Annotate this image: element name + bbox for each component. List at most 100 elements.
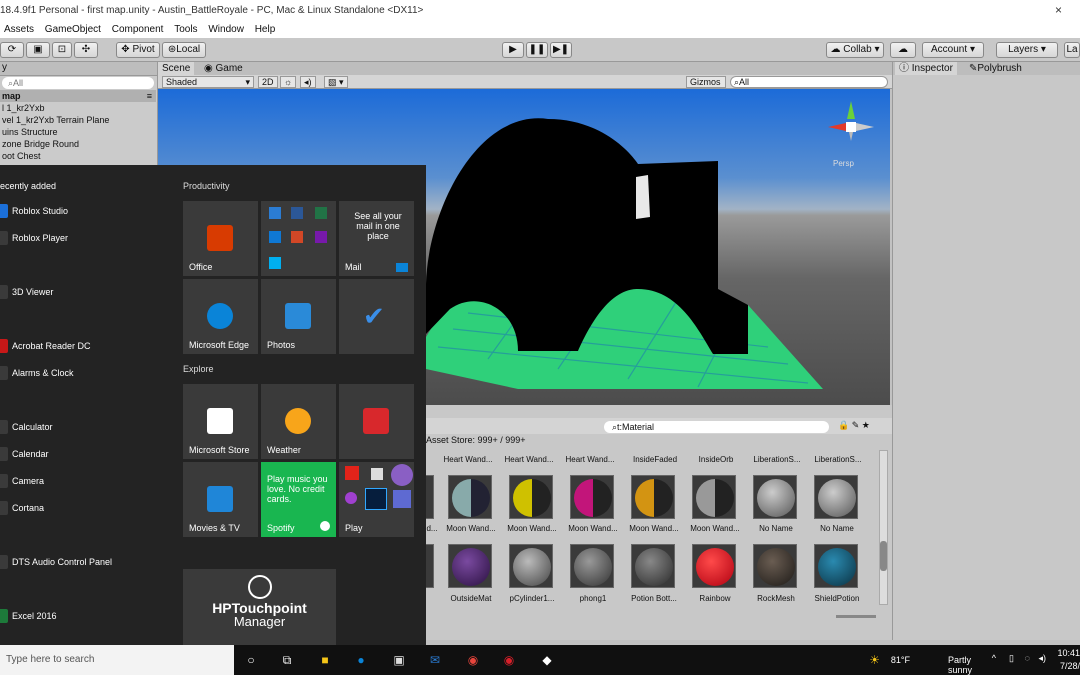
tile-weather[interactable]: Weather bbox=[261, 384, 336, 459]
material-label[interactable]: Rainbow bbox=[683, 594, 747, 603]
hierarchy-search-input[interactable]: ⌕All bbox=[2, 77, 154, 89]
material-label[interactable]: Moon Wand... bbox=[439, 524, 503, 533]
hierarchy-item[interactable]: l 1_kr2Yxb bbox=[0, 102, 45, 114]
tab-inspector[interactable]: ⓘ Inspector bbox=[895, 62, 957, 75]
gizmos-dropdown[interactable]: Gizmos ▾ bbox=[686, 76, 726, 98]
material-label[interactable]: Heart Wand... bbox=[497, 455, 561, 464]
tile-edge[interactable]: Microsoft Edge bbox=[183, 279, 258, 354]
temperature[interactable]: 81°F bbox=[891, 655, 910, 665]
material-thumb[interactable] bbox=[509, 544, 553, 588]
app-alarms-clock[interactable]: Alarms & Clock bbox=[0, 364, 176, 382]
taskbar-search-input[interactable]: Type here to search bbox=[0, 645, 234, 675]
tile-news[interactable] bbox=[339, 384, 414, 459]
material-thumb[interactable] bbox=[570, 475, 614, 519]
material-label[interactable]: ShieldPotion bbox=[805, 594, 869, 603]
material-label[interactable]: RockMesh bbox=[744, 594, 808, 603]
pause-button[interactable]: ❚❚ bbox=[526, 42, 548, 58]
material-label[interactable]: InsideOrb bbox=[684, 455, 748, 464]
app-excel-2016[interactable]: Excel 2016 bbox=[0, 607, 176, 625]
tab-scene[interactable]: Scene bbox=[158, 62, 195, 75]
material-label[interactable]: No Name bbox=[744, 524, 808, 533]
material-thumb[interactable] bbox=[814, 475, 858, 519]
2d-toggle[interactable]: 2D bbox=[258, 76, 278, 88]
app-dts-audio[interactable]: DTS Audio Control Panel bbox=[0, 553, 176, 571]
menu-tools[interactable]: Tools bbox=[170, 22, 201, 35]
tile-movies-tv[interactable]: Movies & TV bbox=[183, 462, 258, 537]
weather-status[interactable]: Partly sunny bbox=[948, 655, 972, 675]
tile-spotify[interactable]: Play music you love. No credit cards. Spo… bbox=[261, 462, 336, 537]
tile-photos[interactable]: Photos bbox=[261, 279, 336, 354]
transform-tool-button[interactable]: ✣ bbox=[74, 42, 98, 58]
material-label[interactable]: InsideFaded bbox=[623, 455, 687, 464]
material-label[interactable]: OutsideMat bbox=[439, 594, 503, 603]
battery-icon[interactable]: ▯ bbox=[1009, 653, 1014, 664]
material-thumb[interactable] bbox=[753, 475, 797, 519]
app-camera[interactable]: Camera bbox=[0, 472, 176, 490]
volume-icon[interactable]: ◂) bbox=[1038, 653, 1046, 664]
app-roblox-studio[interactable]: Roblox Studio bbox=[0, 202, 176, 220]
tile-office-apps[interactable] bbox=[261, 201, 336, 276]
step-button[interactable]: ▶❚ bbox=[550, 42, 572, 58]
menu-icon[interactable]: ≡ bbox=[147, 90, 152, 102]
audio-toggle[interactable]: ◂) bbox=[300, 76, 316, 88]
hierarchy-tab[interactable]: y bbox=[0, 62, 157, 76]
mail-button[interactable]: ✉ bbox=[424, 650, 446, 670]
material-thumb[interactable] bbox=[814, 544, 858, 588]
project-scrollbar[interactable] bbox=[879, 450, 888, 605]
material-thumb[interactable] bbox=[692, 544, 736, 588]
material-thumb[interactable] bbox=[753, 544, 797, 588]
chevron-up-icon[interactable]: ^ bbox=[992, 653, 996, 663]
menu-component[interactable]: Component bbox=[108, 22, 168, 35]
tile-mail[interactable]: See all your mail in one place Mail bbox=[339, 201, 414, 276]
material-label[interactable]: Moon Wand... bbox=[561, 524, 625, 533]
material-thumb[interactable] bbox=[509, 475, 553, 519]
shading-dropdown[interactable]: Shaded ▾ bbox=[162, 76, 254, 88]
scale-tool-button[interactable]: ▣ bbox=[26, 42, 50, 58]
app-3d-viewer[interactable]: 3D Viewer bbox=[0, 283, 176, 301]
browser-button[interactable]: ◉ bbox=[498, 650, 520, 670]
tile-play[interactable]: Play bbox=[339, 462, 414, 537]
material-label[interactable]: Moon Wand... bbox=[622, 524, 686, 533]
persp-label[interactable]: Persp bbox=[833, 159, 854, 168]
hierarchy-item[interactable]: oot Chest bbox=[0, 150, 41, 162]
lighting-toggle[interactable]: ☼ bbox=[280, 76, 297, 88]
file-explorer-button[interactable]: ■ bbox=[314, 650, 336, 670]
material-label[interactable]: Heart Wand... bbox=[558, 455, 622, 464]
tile-todo[interactable]: ✔ bbox=[339, 279, 414, 354]
tab-polybrush[interactable]: ✎Polybrush bbox=[965, 62, 1026, 75]
material-thumb[interactable] bbox=[448, 544, 492, 588]
material-thumb[interactable] bbox=[631, 544, 675, 588]
material-label[interactable]: Heart Wand... bbox=[436, 455, 500, 464]
edge-button[interactable]: ● bbox=[350, 650, 372, 670]
task-view-button[interactable]: ⧉ bbox=[276, 650, 298, 670]
tab-game[interactable]: ◉ Game bbox=[200, 62, 247, 75]
local-toggle[interactable]: ⊛Local bbox=[162, 42, 206, 58]
project-filter-icons[interactable]: 🔒 ✎ ★ bbox=[838, 420, 870, 431]
rect-tool-button[interactable]: ⊡ bbox=[52, 42, 72, 58]
hierarchy-item[interactable]: zone Bridge Round bbox=[0, 138, 79, 150]
clock-time[interactable]: 10:41 bbox=[1057, 648, 1080, 658]
app-roblox-player[interactable]: Roblox Player bbox=[0, 229, 176, 247]
material-thumb[interactable] bbox=[448, 475, 492, 519]
cloud-button[interactable]: ☁ bbox=[890, 42, 916, 58]
account-dropdown[interactable]: Account ▾ bbox=[922, 42, 984, 58]
hierarchy-item[interactable]: uins Structure bbox=[0, 126, 58, 138]
app-acrobat-reader[interactable]: Acrobat Reader DC bbox=[0, 337, 176, 355]
store-button[interactable]: ▣ bbox=[388, 650, 410, 670]
rotate-tool-button[interactable]: ⟳ bbox=[0, 42, 24, 58]
scrollbar-thumb[interactable] bbox=[880, 541, 887, 571]
menu-assets[interactable]: Assets bbox=[0, 22, 38, 35]
effects-dropdown[interactable]: ▧ ▾ bbox=[324, 76, 348, 88]
hierarchy-item[interactable]: vel 1_kr2Yxb Terrain Plane bbox=[0, 114, 109, 126]
app-calendar[interactable]: Calendar bbox=[0, 445, 176, 463]
tile-hp-touchpoint[interactable]: HPTouchpoint Manager bbox=[183, 569, 336, 645]
material-label[interactable]: Moon Wand... bbox=[683, 524, 747, 533]
project-search-input[interactable]: ⌕t:Material bbox=[604, 421, 829, 433]
material-thumb[interactable] bbox=[692, 475, 736, 519]
unity-button[interactable]: ◆ bbox=[536, 650, 558, 670]
app-cortana[interactable]: Cortana bbox=[0, 499, 176, 517]
scene-search-input[interactable]: ⌕All bbox=[730, 76, 888, 88]
material-label[interactable]: No Name bbox=[805, 524, 869, 533]
material-thumb[interactable] bbox=[631, 475, 675, 519]
chrome-button[interactable]: ◉ bbox=[462, 650, 484, 670]
